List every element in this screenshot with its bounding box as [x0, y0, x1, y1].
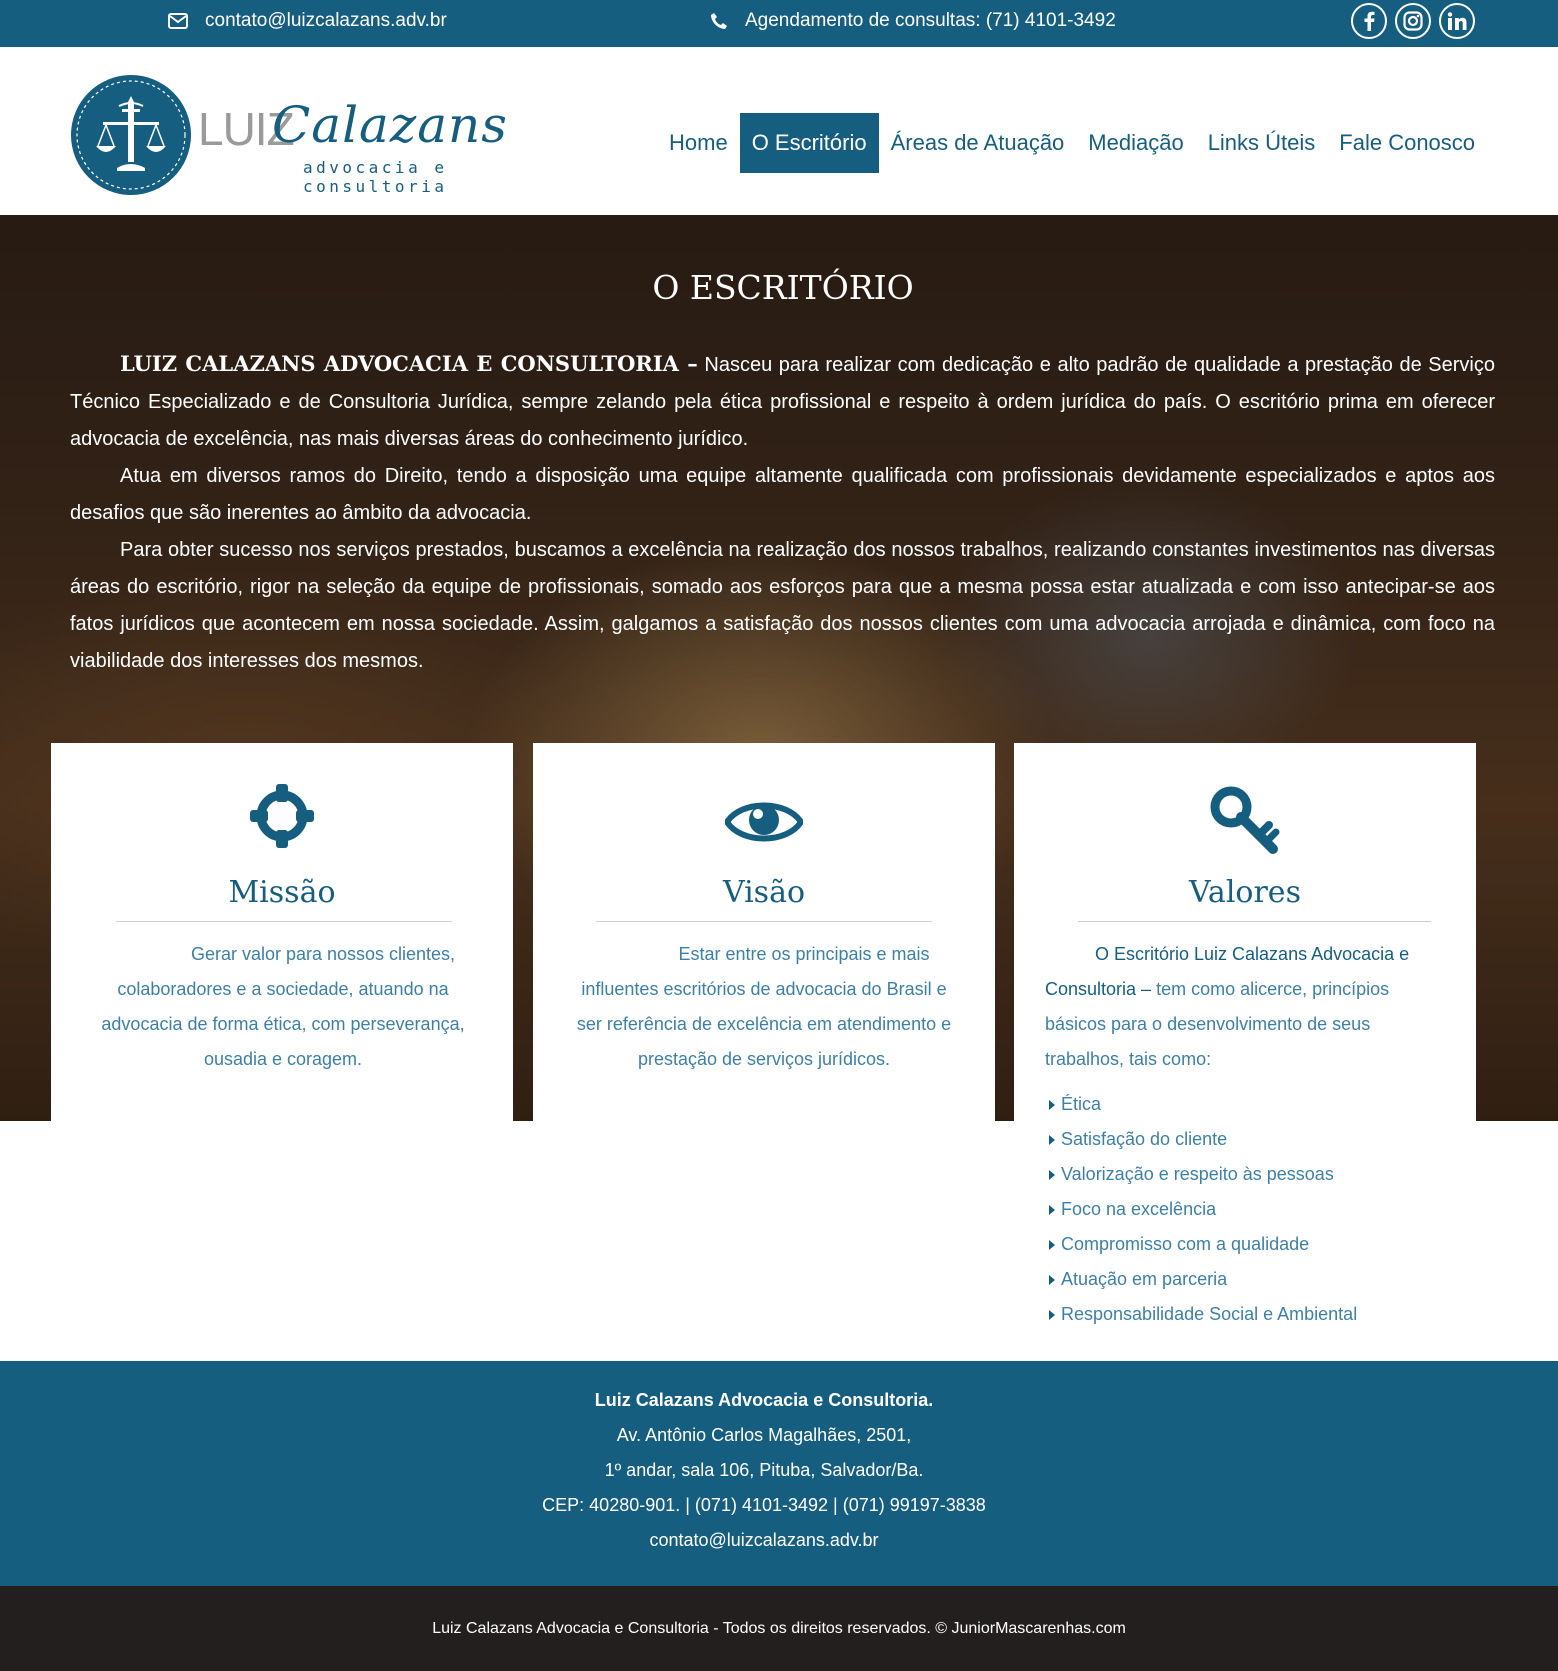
hero-paragraph-3: Para obter sucesso nos serviços prestado… [70, 539, 1495, 672]
caret-right-icon [1049, 1275, 1055, 1285]
topbar-phone: Agendamento de consultas: (71) 4101-3492 [710, 0, 1116, 42]
hero-text: LUIZ CALAZANS ADVOCACIA E CONSULTORIA – … [70, 345, 1495, 680]
footer-email[interactable]: contato@luizcalazans.adv.br [0, 1523, 1528, 1558]
facebook-icon[interactable] [1351, 3, 1387, 39]
list-item-label: Responsabilidade Social e Ambiental [1061, 1304, 1358, 1324]
caret-right-icon [1049, 1135, 1055, 1145]
footer-address-line-2: 1º andar, sala 106, Pituba, Salvador/Ba. [604, 1460, 924, 1480]
logo-subtitle: advocacia e consultoria [303, 158, 448, 196]
nav-item-fale-conosco[interactable]: Fale Conosco [1327, 113, 1487, 173]
instagram-icon[interactable] [1395, 3, 1431, 39]
list-item: Ética [1049, 1087, 1357, 1122]
card-title-missao: Missão [228, 875, 336, 910]
copyright-bar: Luiz Calazans Advocacia e Consultoria - … [0, 1586, 1558, 1671]
hero-paragraph-1: LUIZ CALAZANS ADVOCACIA E CONSULTORIA – … [70, 345, 1495, 458]
card-visao: Visão Estar entre os principais e mais i… [533, 743, 995, 1121]
top-bar: contato@luizcalazans.adv.br Agendamento … [0, 0, 1558, 47]
list-item-label: Foco na excelência [1061, 1199, 1217, 1219]
logo-word-calazans: Calazans [272, 96, 508, 154]
envelope-icon [168, 13, 205, 29]
key-icon [1014, 785, 1476, 857]
site-logo[interactable]: LUIZ Calazans advocacia e consultoria [70, 74, 520, 196]
card-text-valores: O Escritório Luiz Calazans Advocacia e C… [1045, 937, 1435, 1077]
card-text-missao: Gerar valor para nossos clientes, colabo… [87, 937, 479, 1077]
card-text-visao: Estar entre os principais e mais influen… [567, 937, 961, 1077]
divider [116, 921, 452, 922]
list-item: Compromisso com a qualidade [1049, 1227, 1357, 1262]
divider [1078, 921, 1431, 922]
nav-item-o-escritorio[interactable]: O Escritório [739, 113, 879, 173]
scales-of-justice-icon [71, 75, 191, 195]
list-item: Valorização e respeito às pessoas [1049, 1157, 1357, 1192]
copyright-text: Luiz Calazans Advocacia e Consultoria - … [432, 1620, 1126, 1637]
footer-contact: CEP: 40280-901. | (071) 4101-3492 | (071… [542, 1495, 986, 1515]
list-item: Foco na excelência [1049, 1192, 1357, 1227]
eye-icon [533, 795, 995, 867]
list-item: Satisfação do cliente [1049, 1122, 1357, 1157]
nav-item-areas-de-atuacao[interactable]: Áreas de Atuação [879, 113, 1077, 173]
nav-item-home[interactable]: Home [657, 113, 740, 173]
card-text-visao-body: Estar entre os principais e mais influen… [576, 944, 952, 1069]
list-item-label: Atuação em parceria [1061, 1269, 1228, 1289]
crosshair-icon [51, 783, 513, 855]
card-text-valores-body: O Escritório Luiz Calazans Advocacia e C… [1045, 937, 1435, 1077]
divider [596, 921, 932, 922]
topbar-email[interactable]: contato@luizcalazans.adv.br [168, 0, 447, 42]
caret-right-icon [1049, 1205, 1055, 1215]
caret-right-icon [1049, 1310, 1055, 1320]
hero-paragraph-2: Atua em diversos ramos do Direito, tendo… [70, 465, 1495, 524]
card-missao: Missão Gerar valor para nossos clientes,… [51, 743, 513, 1121]
site-footer: Luiz Calazans Advocacia e Consultoria. A… [0, 1361, 1558, 1586]
footer-address: Luiz Calazans Advocacia e Consultoria. A… [0, 1383, 1528, 1558]
caret-right-icon [1049, 1100, 1055, 1110]
topbar-email-text[interactable]: contato@luizcalazans.adv.br [205, 10, 447, 32]
page-title: O ESCRITÓRIO [652, 268, 914, 307]
card-valores: Valores O Escritório Luiz Calazans Advoc… [1014, 743, 1476, 1121]
caret-right-icon [1049, 1240, 1055, 1250]
nav-item-mediacao[interactable]: Mediação [1076, 113, 1195, 173]
card-text-missao-body: Gerar valor para nossos clientes, colabo… [101, 944, 465, 1069]
topbar-phone-text: Agendamento de consultas: (71) 4101-3492 [745, 10, 1116, 31]
card-title-valores: Valores [1189, 875, 1301, 910]
list-item-label: Valorização e respeito às pessoas [1061, 1164, 1334, 1184]
list-item-label: Ética [1061, 1094, 1102, 1114]
linkedin-icon[interactable] [1439, 3, 1475, 39]
hero-lead-strong: LUIZ CALAZANS ADVOCACIA E CONSULTORIA – [120, 351, 698, 376]
phone-icon [710, 12, 745, 30]
main-nav: Home O Escritório Áreas de Atuação Media… [657, 113, 1487, 173]
list-item: Atuação em parceria [1049, 1262, 1357, 1297]
caret-right-icon [1049, 1170, 1055, 1180]
footer-address-line-1: Av. Antônio Carlos Magalhães, 2501, [616, 1425, 912, 1445]
site-header: LUIZ Calazans advocacia e consultoria Ho… [0, 47, 1558, 215]
list-item: Responsabilidade Social e Ambiental [1049, 1297, 1357, 1332]
list-item-label: Satisfação do cliente [1061, 1129, 1228, 1149]
values-list: Ética Satisfação do cliente Valorização … [1049, 1087, 1357, 1332]
list-item-label: Compromisso com a qualidade [1061, 1234, 1310, 1254]
nav-item-links-uteis[interactable]: Links Úteis [1196, 113, 1328, 173]
card-title-visao: Visão [722, 875, 806, 910]
footer-company: Luiz Calazans Advocacia e Consultoria. [594, 1390, 934, 1410]
